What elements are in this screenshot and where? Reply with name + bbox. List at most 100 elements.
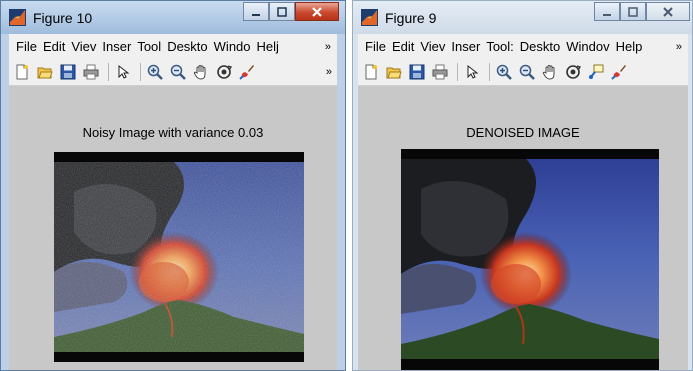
menu-edit[interactable]: Edit (392, 39, 414, 54)
brush-button[interactable] (237, 62, 257, 82)
save-button[interactable] (58, 62, 78, 82)
matlab-logo-icon (9, 9, 26, 26)
menu-tools[interactable]: Tool (137, 39, 161, 54)
close-button[interactable] (646, 2, 690, 21)
matlab-logo-icon (361, 9, 378, 26)
zoom-out-button[interactable] (168, 62, 188, 82)
zoom-in-icon (496, 64, 512, 80)
close-button[interactable] (295, 2, 339, 21)
menu-overflow-chevron[interactable]: » (676, 41, 682, 53)
menu-tools[interactable]: Tool: (486, 39, 513, 54)
toolbar-separator (457, 63, 458, 81)
minimize-icon (603, 13, 611, 16)
open-folder-icon (37, 67, 53, 79)
menu-bar: File Edit Viev Inser Tool: Deskto Windov… (358, 34, 688, 59)
rotate-3d-icon (566, 65, 581, 79)
window-client: File Edit Viev Inser Tool: Deskto Windov… (358, 34, 688, 370)
title-bar[interactable]: Figure 9 (353, 1, 692, 34)
caption-buttons (243, 2, 339, 22)
volcano-noisy-picture (54, 162, 304, 352)
menu-window[interactable]: Windov (566, 39, 609, 54)
menu-window[interactable]: Windo (214, 39, 251, 54)
data-cursor-icon (589, 64, 604, 79)
open-folder-icon (386, 67, 402, 79)
menu-edit[interactable]: Edit (43, 39, 65, 54)
print-icon (432, 64, 448, 80)
zoom-in-icon (147, 64, 163, 80)
edit-plot-button[interactable] (113, 62, 133, 82)
maximize-icon (628, 6, 638, 17)
denoised-volcano-image (401, 149, 659, 370)
zoom-out-icon (170, 64, 186, 80)
noisy-volcano-image (54, 152, 304, 362)
menu-view[interactable]: Viev (71, 39, 96, 54)
window-client: File Edit Viev Inser Tool Deskto Windo H… (9, 34, 337, 370)
menu-help[interactable]: Helj (257, 39, 279, 54)
new-file-icon (16, 64, 28, 80)
edit-plot-button[interactable] (462, 62, 482, 82)
zoom-in-button[interactable] (494, 62, 514, 82)
new-figure-button[interactable] (12, 62, 32, 82)
save-icon (60, 64, 76, 80)
pan-button[interactable] (540, 62, 560, 82)
figure-title: Noisy Image with variance 0.03 (82, 125, 264, 140)
maximize-button[interactable] (620, 2, 646, 21)
figure-toolbar: » (9, 59, 337, 86)
print-button[interactable] (430, 62, 450, 82)
menu-bar: File Edit Viev Inser Tool Deskto Windo H… (9, 34, 337, 59)
rotate-3d-button[interactable] (563, 62, 583, 82)
save-button[interactable] (407, 62, 427, 82)
menu-view[interactable]: Viev (420, 39, 445, 54)
rotate-3d-icon (217, 65, 232, 79)
figure-10-window[interactable]: Figure 10 File Edit Viev Inser Tool Desk… (0, 0, 346, 371)
close-icon (312, 6, 322, 17)
close-icon (663, 6, 673, 17)
menu-overflow-chevron[interactable]: » (325, 41, 331, 53)
print-button[interactable] (81, 62, 101, 82)
window-title: Figure 9 (385, 10, 437, 26)
maximize-button[interactable] (269, 2, 295, 21)
open-file-button[interactable] (35, 62, 55, 82)
menu-desktop[interactable]: Deskto (520, 39, 560, 54)
pan-hand-icon (542, 64, 555, 80)
menu-file[interactable]: File (365, 39, 386, 54)
new-figure-button[interactable] (361, 62, 381, 82)
zoom-out-icon (519, 64, 535, 80)
new-file-icon (365, 64, 377, 80)
menu-insert[interactable]: Inser (451, 39, 480, 54)
toolbar-separator (140, 63, 141, 81)
toolbar-separator (489, 63, 490, 81)
title-bar[interactable]: Figure 10 (1, 1, 345, 34)
figure-canvas: DENOISED IMAGE (358, 86, 688, 370)
pan-hand-icon (193, 64, 206, 80)
brush-button[interactable] (609, 62, 629, 82)
toolbar-separator (108, 63, 109, 81)
volcano-denoised-picture (401, 159, 659, 359)
window-title: Figure 10 (33, 10, 93, 26)
open-file-button[interactable] (384, 62, 404, 82)
minimize-button[interactable] (243, 2, 269, 21)
menu-help[interactable]: Help (616, 39, 643, 54)
pointer-arrow-icon (118, 64, 130, 79)
save-icon (409, 64, 425, 80)
toolbar-overflow-chevron[interactable]: » (326, 66, 332, 78)
print-icon (83, 64, 99, 80)
brush-icon (239, 65, 254, 80)
pointer-arrow-icon (467, 64, 479, 79)
menu-insert[interactable]: Inser (102, 39, 131, 54)
figure-9-window[interactable]: Figure 9 File Edit Viev Inser Tool: Desk… (352, 0, 693, 371)
figure-title: DENOISED IMAGE (466, 125, 580, 140)
pan-button[interactable] (191, 62, 211, 82)
zoom-in-button[interactable] (145, 62, 165, 82)
menu-desktop[interactable]: Deskto (167, 39, 207, 54)
figure-toolbar (358, 59, 688, 86)
data-cursor-button[interactable] (586, 62, 606, 82)
brush-icon (611, 65, 626, 80)
rotate-3d-button[interactable] (214, 62, 234, 82)
minimize-icon (252, 13, 260, 16)
menu-file[interactable]: File (16, 39, 37, 54)
zoom-out-button[interactable] (517, 62, 537, 82)
figure-canvas: Noisy Image with variance 0.03 (9, 86, 337, 370)
minimize-button[interactable] (594, 2, 620, 21)
maximize-icon (277, 6, 287, 17)
